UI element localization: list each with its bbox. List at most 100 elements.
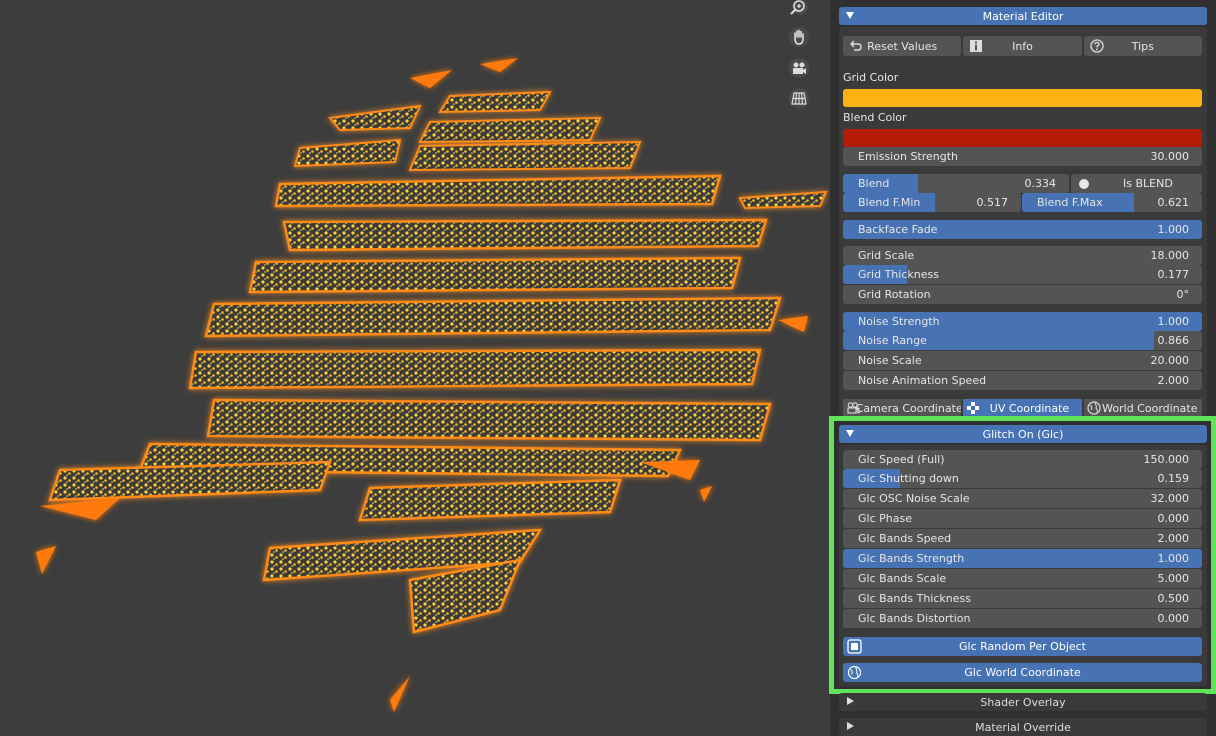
field-label: Grid Scale xyxy=(858,249,915,262)
field-label: Emission Strength xyxy=(858,150,959,163)
panel-title: Shader Overlay xyxy=(980,695,1066,709)
blend-color-label: Blend Color xyxy=(843,111,907,124)
field-value: 5.000 xyxy=(1157,572,1190,585)
grid-rotation-field[interactable]: Grid Rotation 0° xyxy=(843,285,1202,304)
info-icon xyxy=(970,40,983,52)
noise-range-slider[interactable]: Noise Range 0.866 xyxy=(843,331,1202,350)
backface-fade-slider[interactable]: Backface Fade 1.000 xyxy=(843,220,1202,239)
globe-icon xyxy=(847,665,862,680)
grid-scale-field[interactable]: Grid Scale 18.000 xyxy=(843,246,1202,265)
collapse-triangle-icon xyxy=(846,430,854,437)
noise-scale-field[interactable]: Noise Scale 20.000 xyxy=(843,351,1202,370)
glitch-field-7[interactable]: Glc Bands Scale 5.000 xyxy=(843,569,1202,588)
field-value: 0.621 xyxy=(1157,196,1190,209)
grid-thickness-slider[interactable]: Grid Thickness 0.177 xyxy=(843,265,1202,284)
tips-button[interactable]: Tips xyxy=(1083,36,1202,56)
field-value: 20.000 xyxy=(1150,354,1190,367)
glitch-field-8[interactable]: Glc Bands Thickness 0.500 xyxy=(843,589,1202,608)
field-value: 30.000 xyxy=(1150,150,1190,163)
field-label: Glc Bands Scale xyxy=(858,572,947,585)
undo-icon xyxy=(850,40,862,51)
field-label: Noise Scale xyxy=(858,354,922,367)
field-label: Noise Strength xyxy=(858,315,940,328)
info-label: Info xyxy=(1012,39,1033,53)
glitch-field-3[interactable]: Glc OSC Noise Scale 32.000 xyxy=(843,489,1202,508)
glitch-field-4[interactable]: Glc Phase 0.000 xyxy=(843,509,1202,528)
grid-color-swatch[interactable] xyxy=(843,89,1202,107)
grid-perspective-icon[interactable] xyxy=(786,85,812,111)
glitch-field-2[interactable]: Glc Shutting down 0.159 xyxy=(843,469,1202,488)
blend-slider[interactable]: Blend 0.334 xyxy=(843,174,1069,193)
hand-pan-icon[interactable] xyxy=(786,24,812,50)
field-value: 0.517 xyxy=(976,196,1009,209)
field-value: 0.500 xyxy=(1157,592,1190,605)
material-editor-header[interactable]: Material Editor xyxy=(839,7,1207,25)
field-label: Backface Fade xyxy=(858,223,938,236)
tab-label: UV Coordinate xyxy=(989,401,1070,415)
field-label: Glc Phase xyxy=(858,512,912,525)
radio-dot-icon xyxy=(1079,179,1089,189)
glc-world-coordinate-button[interactable]: Glc World Coordinate xyxy=(843,663,1202,682)
noise-strength-slider[interactable]: Noise Strength 1.000 xyxy=(843,312,1202,331)
field-value: 0° xyxy=(1176,288,1190,301)
checkbox-icon xyxy=(847,639,862,654)
emission-strength-field[interactable]: Emission Strength 30.000 xyxy=(843,147,1202,166)
tab-label: Camera Coordinate xyxy=(855,401,962,415)
field-label: Glc Speed (Full) xyxy=(858,453,945,466)
tab-world-coordinate[interactable]: World Coordinate xyxy=(1083,399,1202,417)
expand-triangle-icon xyxy=(847,697,854,705)
field-label: Grid Rotation xyxy=(858,288,931,301)
button-label: Glc Random Per Object xyxy=(958,640,1086,653)
expand-triangle-icon xyxy=(847,722,854,730)
zoom-icon[interactable] xyxy=(786,0,812,21)
material-editor-toolbar: Reset Values Info Tips xyxy=(843,36,1202,56)
is-blend-toggle[interactable]: Is BLEND xyxy=(1071,174,1202,193)
uv-checker-icon xyxy=(967,402,980,414)
field-value: 1.000 xyxy=(1157,552,1190,565)
field-value: 2.000 xyxy=(1157,532,1190,545)
shader-overlay-header[interactable]: Shader Overlay xyxy=(839,693,1207,711)
field-label: Blend F.Max xyxy=(1037,196,1103,209)
material-editor-title: Material Editor xyxy=(982,9,1064,23)
camera-icon[interactable] xyxy=(786,55,812,81)
field-value: 150.000 xyxy=(1143,453,1190,466)
glitch-field-9[interactable]: Glc Bands Distortion 0.000 xyxy=(843,609,1202,628)
field-label: Noise Animation Speed xyxy=(858,374,987,387)
glitch-field-5[interactable]: Glc Bands Speed 2.000 xyxy=(843,529,1202,548)
field-label: Glc Bands Thickness xyxy=(858,592,971,605)
is-blend-label: Is BLEND xyxy=(1123,177,1173,190)
tab-uv-coordinate[interactable]: UV Coordinate xyxy=(963,399,1082,417)
field-value: 18.000 xyxy=(1150,249,1190,262)
field-label: Noise Range xyxy=(858,334,927,347)
field-label: Glc Bands Distortion xyxy=(858,612,971,625)
field-value: 1.000 xyxy=(1157,223,1190,236)
collapse-triangle-icon xyxy=(846,12,854,19)
glitch-mesh-render xyxy=(36,58,828,712)
field-label: Glc Bands Strength xyxy=(858,552,965,565)
tab-camera-coordinate[interactable]: Camera Coordinate xyxy=(843,399,962,417)
material-override-header[interactable]: Material Override xyxy=(839,718,1207,736)
button-label: Glc World Coordinate xyxy=(964,666,1081,679)
reset-values-label: Reset Values xyxy=(867,39,938,53)
glitch-field-6[interactable]: Glc Bands Strength 1.000 xyxy=(843,549,1202,568)
field-value: 0.000 xyxy=(1157,512,1190,525)
field-label: Glc Shutting down xyxy=(858,472,959,485)
3d-viewport[interactable] xyxy=(0,0,830,736)
blend-fmax-slider[interactable]: Blend F.Max 0.621 xyxy=(1022,193,1202,212)
reset-values-button[interactable]: Reset Values xyxy=(843,36,962,56)
glitch-field-1[interactable]: Glc Speed (Full) 150.000 xyxy=(843,450,1202,469)
field-value: 0.334 xyxy=(1024,177,1057,190)
blend-fmin-slider[interactable]: Blend F.Min 0.517 xyxy=(843,193,1021,212)
glc-random-per-object-button[interactable]: Glc Random Per Object xyxy=(843,637,1202,656)
noise-animation-speed-field[interactable]: Noise Animation Speed 2.000 xyxy=(843,371,1202,390)
field-label: Grid Thickness xyxy=(858,268,939,281)
field-label: Blend xyxy=(858,177,890,190)
grid-color-label: Grid Color xyxy=(843,71,899,84)
question-icon xyxy=(1090,39,1104,53)
field-value: 2.000 xyxy=(1157,374,1190,387)
glitch-title: Glitch On (Glc) xyxy=(982,427,1064,441)
tips-label: Tips xyxy=(1131,39,1154,53)
info-button[interactable]: Info xyxy=(963,36,1082,56)
blend-color-swatch[interactable] xyxy=(843,129,1202,147)
glitch-header[interactable]: Glitch On (Glc) xyxy=(839,425,1207,443)
